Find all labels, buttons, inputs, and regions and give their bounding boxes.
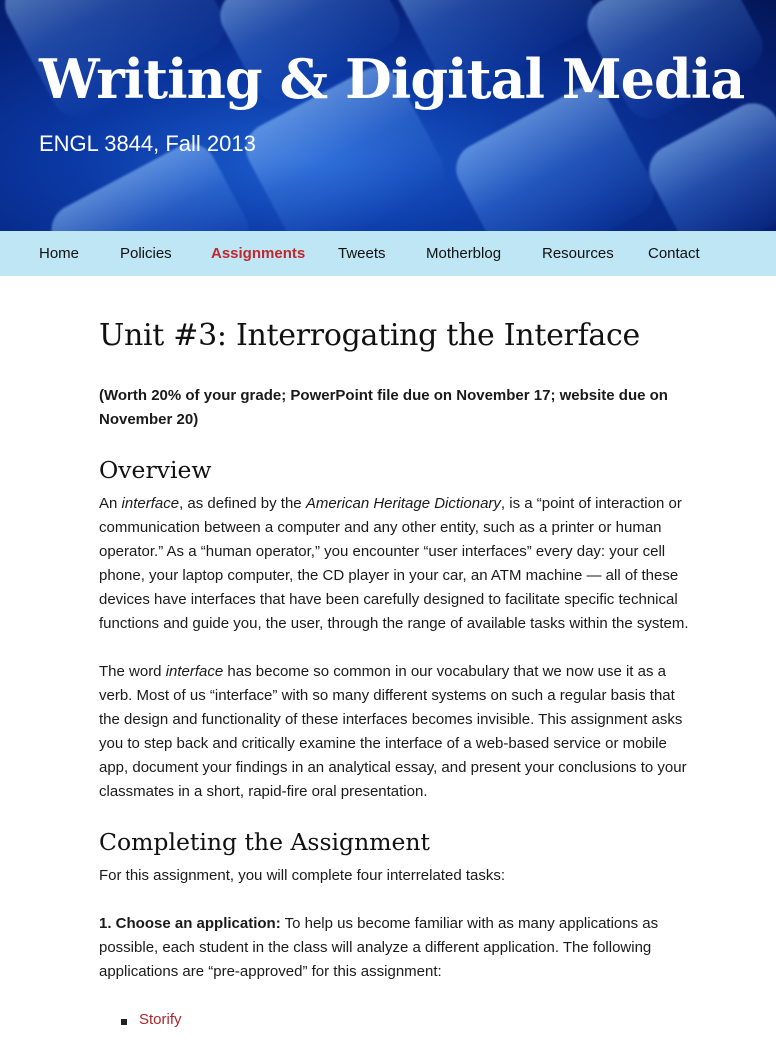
- text-run: has become so common in our vocabulary t…: [99, 663, 687, 801]
- nav-item-resources[interactable]: Resources: [542, 231, 614, 276]
- app-link-storify[interactable]: Storify: [139, 1011, 182, 1028]
- site-header: Writing & Digital Media ENGL 3844, Fall …: [0, 0, 776, 231]
- main-nav: Home Policies Assignments Tweets Motherb…: [0, 231, 776, 276]
- text-run: The word: [99, 663, 166, 681]
- emphasis: American Heritage Dictionary: [305, 495, 501, 513]
- completing-intro: For this assignment, you will complete f…: [99, 867, 506, 885]
- emphasis: interface: [121, 495, 180, 513]
- site-title[interactable]: Writing & Digital Media: [39, 52, 745, 106]
- article: Unit #3: Interrogating the Interface (Wo…: [0, 318, 776, 1032]
- overview-heading: Overview: [99, 456, 212, 484]
- approved-apps-list: Storify: [99, 1008, 699, 1032]
- nav-item-assignments[interactable]: Assignments: [211, 231, 305, 276]
- text-run: An: [99, 495, 122, 513]
- nav-item-tweets[interactable]: Tweets: [338, 231, 386, 276]
- page-title: Unit #3: Interrogating the Interface: [99, 318, 640, 353]
- overview-paragraph-2: The word interface has become so common …: [99, 660, 699, 804]
- assignment-summary: (Worth 20% of your grade; PowerPoint fil…: [99, 387, 668, 428]
- completing-heading: Completing the Assignment: [99, 828, 430, 857]
- emphasis: interface: [165, 663, 224, 681]
- list-item: Storify: [119, 1008, 699, 1032]
- overview-paragraph-1: An interface, as defined by the American…: [99, 492, 699, 636]
- text-run: , is a “point of interaction or communic…: [99, 495, 689, 633]
- step-1-paragraph: 1. Choose an application: To help us bec…: [99, 912, 699, 984]
- text-run: , as defined by the: [179, 495, 306, 513]
- nav-item-motherblog[interactable]: Motherblog: [426, 231, 501, 276]
- nav-item-contact[interactable]: Contact: [648, 231, 700, 276]
- nav-item-home[interactable]: Home: [39, 231, 79, 276]
- site-subtitle: ENGL 3844, Fall 2013: [39, 131, 256, 156]
- step-1-label: 1. Choose an application:: [99, 915, 281, 933]
- nav-item-policies[interactable]: Policies: [120, 231, 172, 276]
